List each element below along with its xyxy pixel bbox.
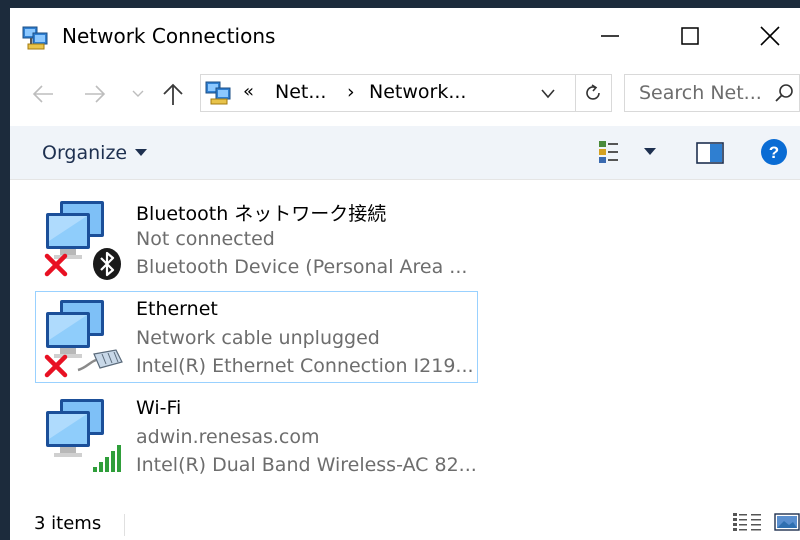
up-arrow-icon (163, 83, 183, 105)
minimize-button[interactable] (570, 8, 650, 64)
back-arrow-icon (32, 85, 53, 103)
organize-menu-button[interactable]: Organize (42, 142, 148, 164)
maximize-icon (681, 27, 699, 45)
network-connections-icon (22, 24, 50, 52)
item-count: 3 items (34, 513, 102, 534)
connection-device: Bluetooth Device (Personal Area ... (136, 256, 468, 278)
address-dropdown-icon[interactable] (541, 89, 555, 99)
connection-item-wifi[interactable]: Wi-Fi adwin.renesas.com Intel(R) Dual Ba… (35, 390, 478, 482)
overflow-breadcrumb[interactable]: « (243, 81, 254, 102)
connection-name: Ethernet (136, 298, 218, 320)
up-button[interactable] (158, 78, 188, 110)
svg-text:?: ? (769, 143, 779, 162)
minimize-icon (601, 35, 619, 37)
window-frame-left (0, 0, 10, 540)
search-input[interactable] (625, 75, 775, 111)
status-bar: 3 items (10, 500, 800, 540)
connections-list: Bluetooth ネットワーク接続 Not connected Bluetoo… (10, 180, 800, 500)
forward-button[interactable] (80, 78, 110, 110)
connection-device: Intel(R) Dual Band Wireless-AC 82... (136, 454, 477, 476)
connection-status: adwin.renesas.com (136, 426, 320, 448)
signal-bars-icon (93, 445, 121, 472)
large-icons-view-icon[interactable] (774, 512, 800, 532)
connection-device: Intel(R) Ethernet Connection I219... (136, 355, 474, 377)
close-icon (760, 26, 780, 46)
address-bar[interactable]: « Net... › Network... (200, 74, 576, 112)
details-view-icon[interactable] (732, 512, 762, 532)
refresh-icon (585, 84, 600, 100)
explorer-window: Network Connections « Net... › Network..… (0, 0, 800, 540)
breadcrumb-separator[interactable]: › (347, 81, 355, 103)
error-x-icon (44, 354, 68, 378)
breadcrumb-control-panel[interactable]: Net... (275, 81, 326, 103)
chevron-down-icon (135, 149, 148, 156)
search-icon[interactable] (775, 83, 795, 103)
ethernet-cable-icon (77, 349, 123, 372)
organize-label: Organize (42, 142, 128, 164)
close-button[interactable] (730, 8, 800, 64)
connection-name: Wi-Fi (136, 397, 182, 419)
back-button[interactable] (28, 78, 58, 110)
navigation-bar: « Net... › Network... (10, 64, 800, 126)
connection-status: Not connected (136, 228, 275, 250)
connection-status: Network cable unplugged (136, 327, 380, 349)
search-box[interactable] (624, 74, 800, 112)
change-view-icon[interactable] (598, 140, 624, 164)
view-dropdown-icon[interactable] (644, 148, 656, 156)
recent-locations-button[interactable] (128, 78, 148, 110)
recent-locations-chevron-icon (132, 90, 144, 97)
preview-pane-icon[interactable] (696, 142, 724, 164)
refresh-button[interactable] (574, 74, 612, 112)
connection-item-bluetooth[interactable]: Bluetooth ネットワーク接続 Not connected Bluetoo… (35, 192, 478, 284)
window-title: Network Connections (62, 24, 276, 48)
connection-item-ethernet[interactable]: Ethernet Network cable unplugged Intel(R… (35, 291, 478, 383)
command-bar: Organize ? (10, 126, 800, 180)
connection-name: Bluetooth ネットワーク接続 (136, 203, 387, 225)
breadcrumb-network-and-internet[interactable]: Network... (369, 81, 466, 103)
window-frame-top (0, 0, 800, 8)
bluetooth-icon (93, 248, 121, 280)
error-x-icon (44, 253, 68, 277)
network-connections-icon (205, 79, 233, 107)
title-bar: Network Connections (10, 8, 800, 64)
maximize-button[interactable] (650, 8, 730, 64)
help-icon[interactable]: ? (760, 138, 788, 166)
status-divider (124, 514, 125, 536)
forward-arrow-icon (85, 85, 106, 103)
